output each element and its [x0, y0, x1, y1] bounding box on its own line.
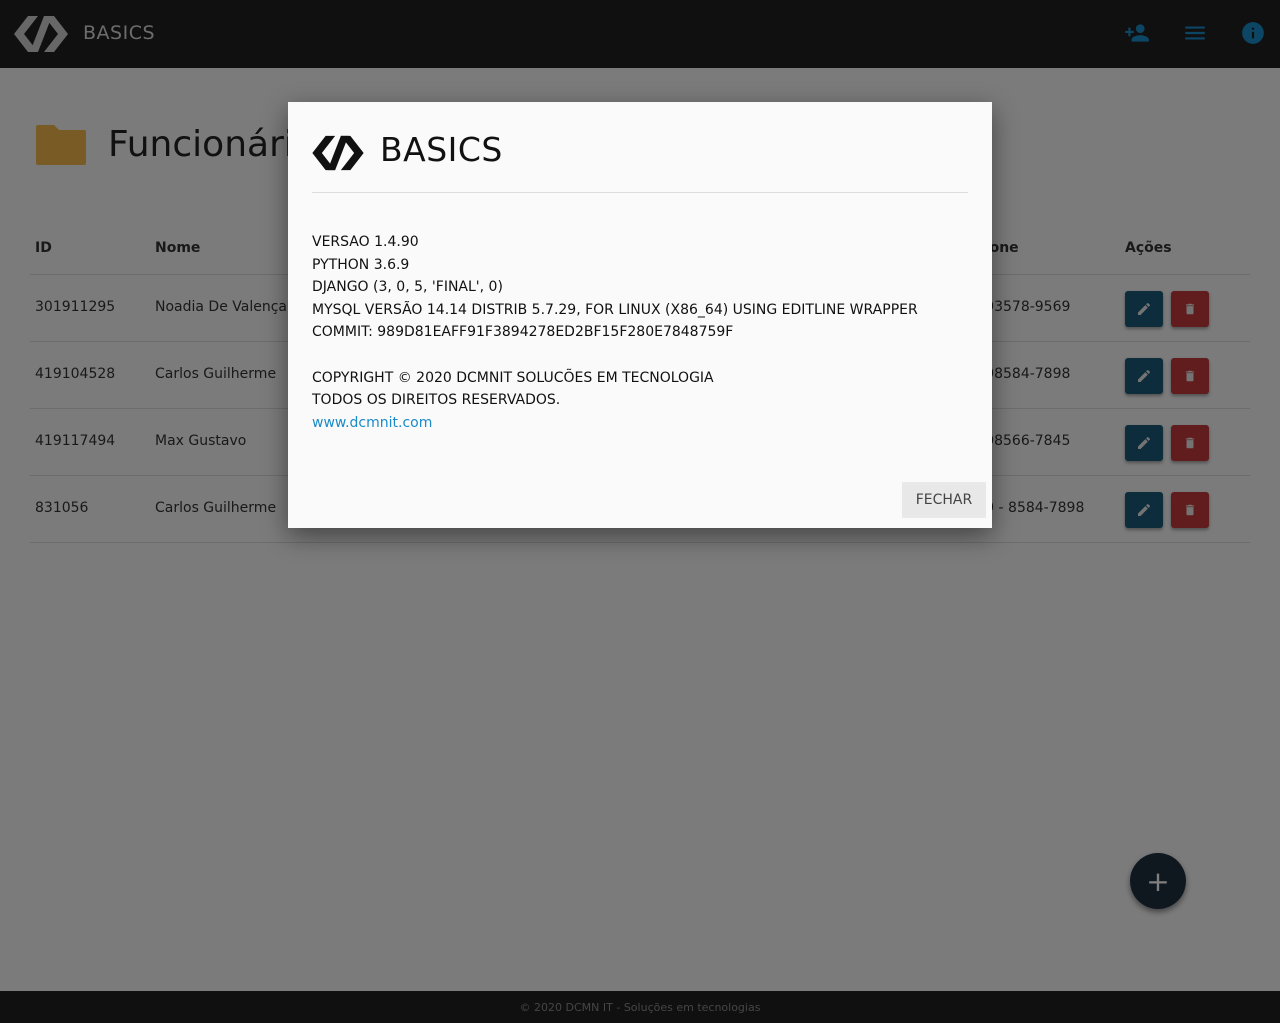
- version-line: VERSAO 1.4.90: [312, 234, 419, 250]
- dialog-title: BASICS: [380, 130, 503, 169]
- copyright-line: COPYRIGHT © 2020 DCMNIT SOLUCÕES EM TECN…: [312, 369, 714, 386]
- rights-line: TODOS OS DIREITOS RESERVADOS.: [312, 392, 561, 409]
- mysql-line: MYSQL VERSÃO 14.14 DISTRIB 5.7.29, FOR L…: [312, 301, 918, 318]
- version-info: VERSAO 1.4.90 PYTHON 3.6.9 DJANGO (3, 0,…: [312, 231, 918, 434]
- website-link[interactable]: www.dcmnit.com: [312, 412, 918, 435]
- dialog-divider: [312, 192, 968, 193]
- python-line: PYTHON 3.6.9: [312, 256, 410, 273]
- django-line: DJANGO (3, 0, 5, 'FINAL', 0): [312, 279, 503, 296]
- about-dialog: BASICS VERSAO 1.4.90 PYTHON 3.6.9 DJANGO…: [288, 102, 992, 528]
- close-button[interactable]: FECHAR: [902, 482, 986, 518]
- commit-line: COMMIT: 989D81EAFF91F3894278ED2BF15F280E…: [312, 324, 734, 341]
- app-logo-icon: [312, 135, 364, 171]
